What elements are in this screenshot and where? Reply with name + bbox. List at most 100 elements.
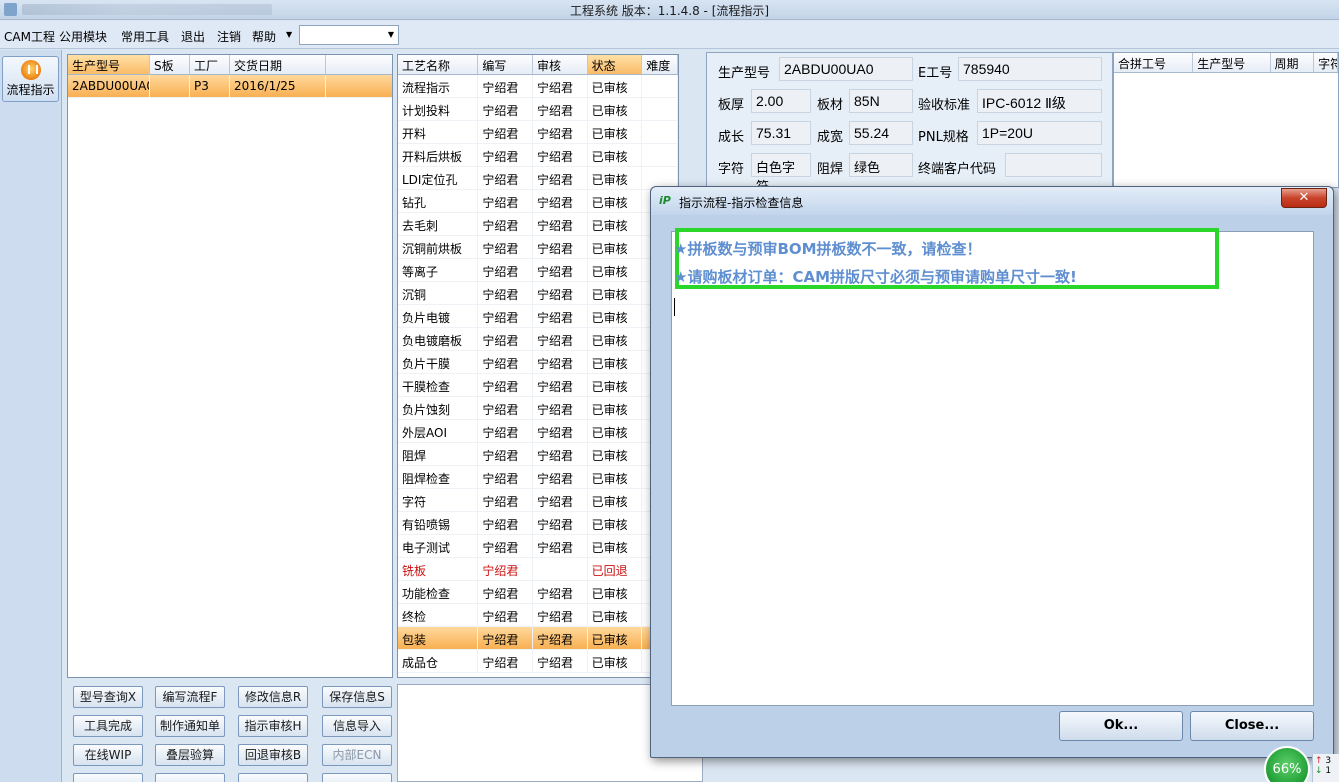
table-row[interactable]: 铣板 宁绍君 已回退 — [398, 558, 678, 581]
table-row[interactable]: 开料 宁绍君 宁绍君 已审核 — [398, 121, 678, 144]
table-cell: 宁绍君 — [533, 535, 588, 557]
menu-cam[interactable]: CAM工程 — [4, 28, 55, 45]
table-row[interactable]: 沉铜 宁绍君 宁绍君 已审核 — [398, 282, 678, 305]
col-s-board[interactable]: S板 — [150, 55, 190, 74]
close-button[interactable]: Close... — [1190, 711, 1314, 741]
table-row[interactable]: 开料后烘板 宁绍君 宁绍君 已审核 — [398, 144, 678, 167]
col-cycle[interactable]: 周期 — [1271, 53, 1315, 72]
notice-button[interactable]: 制作通知单 — [155, 715, 225, 737]
help-dropdown-icon[interactable]: ▼ — [286, 30, 292, 39]
import-info-button[interactable]: 信息导入 — [322, 715, 392, 737]
table-row[interactable]: 流程指示 宁绍君 宁绍君 已审核 — [398, 75, 678, 98]
table-row[interactable]: 负片电镀 宁绍君 宁绍君 已审核 — [398, 305, 678, 328]
table-cell: 宁绍君 — [533, 190, 588, 212]
table-cell: 已审核 — [588, 213, 643, 235]
save-info-button[interactable]: 保存信息S — [322, 686, 392, 708]
col-difficulty[interactable]: 难度 — [642, 55, 678, 74]
menu-exit[interactable]: 退出 — [181, 28, 205, 45]
standard-field[interactable]: IPC-6012 Ⅱ级 — [977, 89, 1102, 113]
table-row[interactable]: 有铅喷锡 宁绍君 宁绍君 已审核 — [398, 512, 678, 535]
material-field[interactable]: 85N — [849, 89, 913, 113]
menu-help[interactable]: 帮助 — [252, 28, 276, 45]
table-row[interactable]: 成品仓 宁绍君 宁绍君 已审核 — [398, 650, 678, 673]
col-merge-model[interactable]: 生产型号 — [1193, 53, 1271, 72]
table-row[interactable]: 阻焊 宁绍君 宁绍君 已审核 — [398, 443, 678, 466]
table-cell: 外层AOI — [398, 420, 479, 442]
table-cell: 宁绍君 — [478, 397, 533, 419]
chevron-down-icon[interactable]: ▼ — [388, 30, 394, 39]
col-delivery-date[interactable]: 交货日期 — [230, 55, 326, 74]
table-row[interactable]: 负电镀磨板 宁绍君 宁绍君 已审核 — [398, 328, 678, 351]
table-row[interactable]: 2ABDU00UA0 P3 2016/1/25 — [68, 75, 392, 98]
table-cell: 宁绍君 — [533, 213, 588, 235]
table-row[interactable]: 负片蚀刻 宁绍君 宁绍君 已审核 — [398, 397, 678, 420]
table-row[interactable]: 外层AOI 宁绍君 宁绍君 已审核 — [398, 420, 678, 443]
table-row[interactable]: 功能检查 宁绍君 宁绍君 已审核 — [398, 581, 678, 604]
table-row[interactable]: 干膜检查 宁绍君 宁绍君 已审核 — [398, 374, 678, 397]
mask-field[interactable]: 绿色 — [849, 153, 913, 177]
menu-logout[interactable]: 注销 — [217, 28, 241, 45]
extra-button-2[interactable] — [155, 773, 225, 782]
table-cell: 宁绍君 — [533, 397, 588, 419]
table-cell — [150, 75, 190, 97]
ok-button[interactable]: Ok... — [1059, 711, 1183, 741]
table-row[interactable]: 电子测试 宁绍君 宁绍君 已审核 — [398, 535, 678, 558]
table-row[interactable]: 等离子 宁绍君 宁绍君 已审核 — [398, 259, 678, 282]
message-textarea[interactable]: ★拼板数与预审BOM拼板数不一致，请检查！ ★请购板材订单：CAM拼版尺寸必须与… — [671, 228, 1314, 706]
table-cell: 宁绍君 — [478, 443, 533, 465]
table-row[interactable]: 阻焊检查 宁绍君 宁绍君 已审核 — [398, 466, 678, 489]
col-merge-number[interactable]: 合拼工号 — [1114, 53, 1194, 72]
extra-button-3[interactable] — [238, 773, 308, 782]
review-button[interactable]: 指示审核H — [238, 715, 308, 737]
col-status[interactable]: 状态 — [587, 55, 643, 74]
pnl-field[interactable]: 1P=20U — [977, 121, 1102, 145]
flow-indicator-button[interactable]: 流程指示 — [2, 56, 59, 102]
extra-button-4[interactable] — [322, 773, 392, 782]
e-number-field[interactable]: 785940 — [958, 57, 1102, 81]
stackup-check-button[interactable]: 叠层验算 — [155, 744, 225, 766]
width-field[interactable]: 55.24 — [849, 121, 913, 145]
menu-combo[interactable]: ▼ — [299, 25, 399, 45]
menu-tools[interactable]: 常用工具 — [121, 28, 169, 45]
menu-common-modules[interactable]: 公用模块 — [59, 28, 107, 45]
table-row[interactable]: 钻孔 宁绍君 宁绍君 已审核 — [398, 190, 678, 213]
col-factory[interactable]: 工厂 — [190, 55, 230, 74]
tool-complete-button[interactable]: 工具完成 — [73, 715, 143, 737]
table-cell: 已审核 — [588, 121, 643, 143]
col-writer[interactable]: 编写 — [478, 55, 533, 74]
model-query-button[interactable]: 型号查询X — [73, 686, 143, 708]
table-cell: 2016/1/25 — [230, 75, 326, 97]
table-cell: 功能检查 — [398, 581, 479, 603]
table-row[interactable]: 包装 宁绍君 宁绍君 已审核 — [398, 627, 678, 650]
client-field[interactable] — [1005, 153, 1102, 177]
col-model[interactable]: 生产型号 — [68, 55, 150, 74]
table-row[interactable]: 负片干膜 宁绍君 宁绍君 已审核 — [398, 351, 678, 374]
close-icon[interactable]: ✕ — [1281, 188, 1327, 208]
char-field[interactable]: 白色字符 — [751, 153, 811, 194]
modify-info-button[interactable]: 修改信息R — [238, 686, 308, 708]
table-cell — [533, 558, 588, 580]
col-reviewer[interactable]: 审核 — [533, 55, 588, 74]
col-process-name[interactable]: 工艺名称 — [398, 55, 479, 74]
table-cell: 宁绍君 — [533, 420, 588, 442]
model-field[interactable]: 2ABDU00UA0 — [779, 57, 913, 81]
table-cell: 负电镀磨板 — [398, 328, 479, 350]
write-flow-button[interactable]: 编写流程F — [155, 686, 225, 708]
thickness-field[interactable]: 2.00 — [751, 89, 811, 113]
table-row[interactable]: 字符 宁绍君 宁绍君 已审核 — [398, 489, 678, 512]
extra-button-1[interactable] — [73, 773, 143, 782]
table-row[interactable]: LDI定位孔 宁绍君 宁绍君 已审核 — [398, 167, 678, 190]
length-field[interactable]: 75.31 — [751, 121, 811, 145]
table-row[interactable]: 计划投料 宁绍君 宁绍君 已审核 — [398, 98, 678, 121]
pause-circle-icon — [20, 60, 41, 80]
col-char[interactable]: 字符 — [1314, 53, 1338, 72]
rollback-review-button[interactable]: 回退审核B — [238, 744, 308, 766]
online-wip-button[interactable]: 在线WIP — [73, 744, 143, 766]
internal-ecn-button[interactable]: 内部ECN — [322, 744, 392, 766]
thickness-label: 板厚 — [718, 98, 745, 113]
table-row[interactable]: 终检 宁绍君 宁绍君 已审核 — [398, 604, 678, 627]
table-row[interactable]: 去毛刺 宁绍君 宁绍君 已审核 — [398, 213, 678, 236]
message-line-2: ★请购板材订单：CAM拼版尺寸必须与预审请购单尺寸一致! — [674, 268, 1077, 286]
table-row[interactable]: 沉铜前烘板 宁绍君 宁绍君 已审核 — [398, 236, 678, 259]
table-cell: 已审核 — [588, 305, 643, 327]
